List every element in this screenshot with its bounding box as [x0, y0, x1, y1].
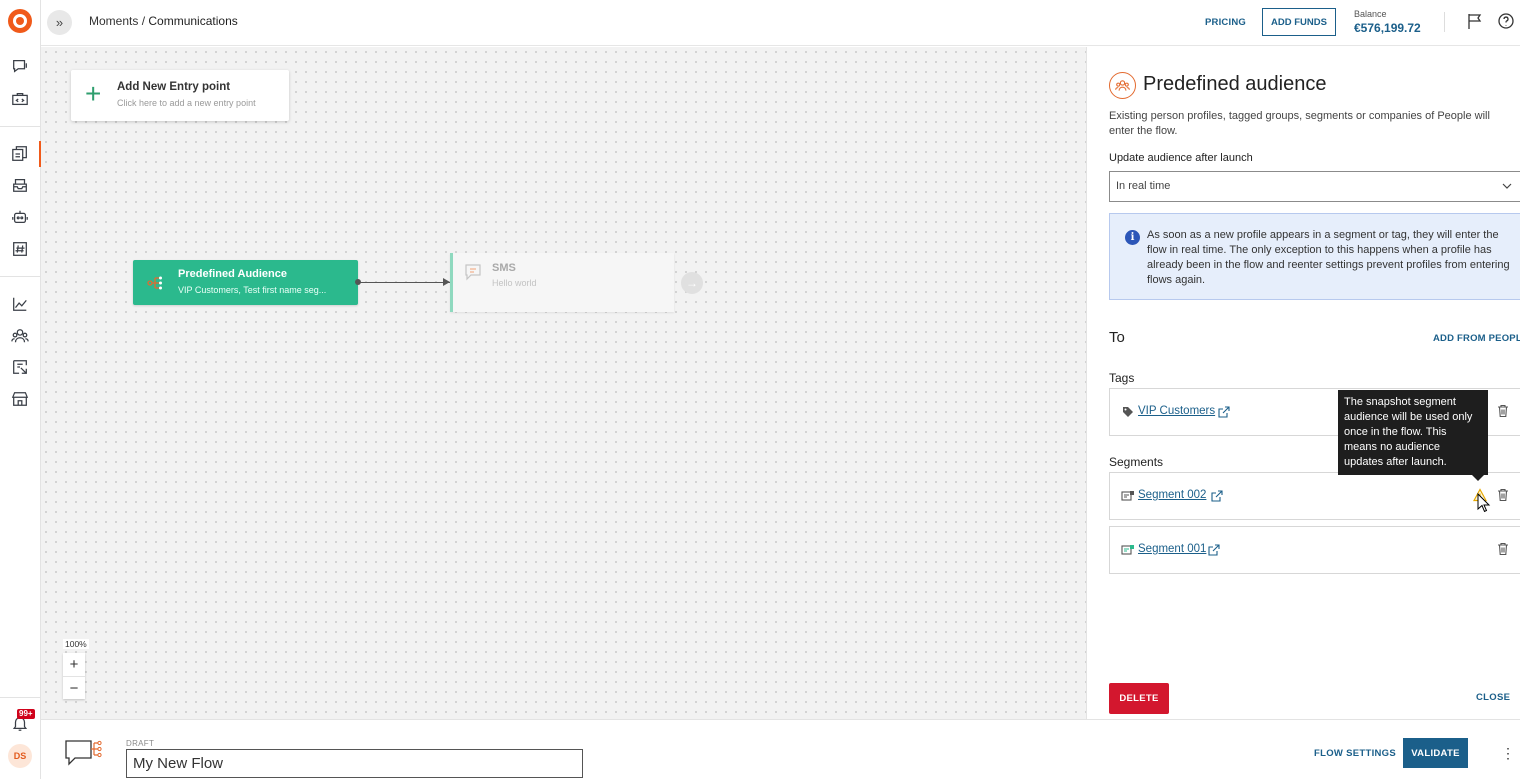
predefined-audience-panel: Predefined audience Existing person prof…: [1086, 47, 1520, 719]
breadcrumb-moments-link[interactable]: Moments: [89, 14, 138, 28]
entry-point-title: Add New Entry point: [117, 81, 231, 93]
breadcrumb: Moments / Communications: [89, 14, 238, 28]
plus-icon: +: [85, 78, 102, 109]
tag-icon: [1123, 407, 1133, 417]
segment-link[interactable]: Segment 002: [1138, 489, 1206, 501]
delete-button[interactable]: DELETE: [1109, 683, 1169, 714]
validate-button[interactable]: VALIDATE: [1403, 738, 1468, 768]
update-audience-label: Update audience after launch: [1109, 152, 1253, 164]
marketplace-icon[interactable]: [10, 389, 30, 409]
snapshot-segment-tooltip: The snapshot segment audience will be us…: [1338, 390, 1488, 481]
panel-description: Existing person profiles, tagged groups,…: [1109, 110, 1490, 137]
flow-canvas[interactable]: + Add New Entry point Click here to add …: [41, 47, 1086, 719]
more-options-icon[interactable]: ⋮: [1501, 743, 1515, 763]
delete-segment-trash-icon[interactable]: [1496, 542, 1510, 556]
balance-value: €576,199.72: [1354, 21, 1421, 35]
node-connector: [358, 282, 450, 283]
sms-node-subtitle: Hello world: [492, 278, 537, 288]
pricing-link[interactable]: PRICING: [1205, 17, 1246, 28]
header-divider: [1444, 12, 1445, 32]
segment-row: Segment 001: [1109, 526, 1520, 574]
draft-status-label: DRAFT: [126, 739, 155, 748]
info-icon: i: [1125, 230, 1140, 245]
balance-label: Balance: [1354, 9, 1387, 19]
audience-node-subtitle: VIP Customers, Test first name seg...: [178, 285, 327, 295]
tag-link[interactable]: VIP Customers: [1138, 405, 1215, 417]
rail-divider: [0, 276, 40, 277]
entry-point-subtitle: Click here to add a new entry point: [117, 98, 256, 108]
delete-segment-trash-icon[interactable]: [1496, 488, 1510, 502]
chevron-down-icon: [1502, 183, 1512, 189]
breadcrumb-current: Communications: [148, 14, 238, 28]
close-panel-link[interactable]: CLOSE: [1476, 692, 1510, 703]
user-avatar[interactable]: DS: [8, 744, 32, 768]
top-header: » Moments / Communications PRICING ADD F…: [41, 0, 1520, 46]
segment-dynamic-icon: [1121, 545, 1134, 555]
to-section-title: To: [1109, 329, 1125, 346]
add-entry-point-card[interactable]: + Add New Entry point Click here to add …: [71, 70, 289, 121]
announcements-flag-icon[interactable]: [1466, 12, 1484, 30]
help-icon[interactable]: [1497, 12, 1515, 30]
connector-arrow-icon: [443, 278, 450, 286]
zoom-controls: + −: [63, 653, 85, 699]
conversations-icon[interactable]: [10, 56, 30, 76]
brand-logo-icon[interactable]: [8, 9, 32, 33]
exports-icon[interactable]: [10, 357, 30, 377]
zoom-out-button[interactable]: −: [63, 676, 85, 699]
audience-flow-icon: [147, 276, 162, 290]
double-chevron-right-icon: »: [55, 15, 64, 30]
segment-row: Segment 002: [1109, 472, 1520, 520]
update-audience-value: In real time: [1116, 180, 1171, 192]
segments-section-label: Segments: [1109, 455, 1164, 469]
update-audience-select[interactable]: In real time: [1109, 171, 1520, 202]
sms-node-title: SMS: [492, 262, 516, 274]
flow-settings-link[interactable]: FLOW SETTINGS: [1314, 748, 1396, 759]
add-from-people-link[interactable]: ADD FROM PEOPLE: [1433, 333, 1520, 344]
segment-snapshot-icon: [1121, 491, 1134, 501]
sms-message-icon: [465, 264, 481, 281]
predefined-audience-node[interactable]: Predefined Audience VIP Customers, Test …: [133, 260, 358, 305]
flow-diagram-icon: [65, 740, 102, 766]
segment-link[interactable]: Segment 001: [1138, 543, 1206, 555]
realtime-info-callout: i As soon as a new profile appears in a …: [1109, 213, 1520, 300]
notification-count-badge: 99+: [17, 709, 35, 719]
zoom-level: 100%: [63, 639, 89, 649]
panel-title: Predefined audience: [1143, 73, 1327, 95]
channels-icon[interactable]: [10, 239, 30, 259]
rail-divider: [0, 126, 40, 127]
inbox-icon[interactable]: [10, 175, 30, 195]
tags-section-label: Tags: [1109, 371, 1135, 385]
add-funds-button[interactable]: ADD FUNDS: [1262, 8, 1336, 36]
mouse-cursor-icon: [1477, 493, 1491, 513]
flow-name-input[interactable]: [126, 749, 583, 778]
rail-divider: [0, 697, 40, 698]
external-link-icon[interactable]: [1208, 543, 1220, 556]
people-icon[interactable]: [10, 326, 30, 346]
developer-tools-icon[interactable]: [10, 89, 30, 109]
flow-footer: DRAFT FLOW SETTINGS VALIDATE ⋮: [41, 719, 1520, 779]
left-nav-rail: 99+ DS: [0, 0, 41, 779]
external-link-icon[interactable]: [1211, 489, 1223, 502]
breadcrumb-separator: /: [138, 14, 149, 28]
audience-node-title: Predefined Audience: [178, 268, 288, 280]
external-link-icon[interactable]: [1218, 405, 1230, 418]
chatbots-icon[interactable]: [10, 207, 30, 227]
expand-sidebar-button[interactable]: »: [47, 10, 72, 35]
moments-icon[interactable]: [10, 144, 30, 164]
zoom-in-button[interactable]: +: [63, 653, 85, 676]
audience-people-icon: [1109, 72, 1136, 99]
analytics-icon[interactable]: [10, 294, 30, 314]
sms-node[interactable]: SMS Hello world: [450, 253, 674, 312]
delete-tag-trash-icon[interactable]: [1496, 404, 1510, 418]
info-callout-text: As soon as a new profile appears in a se…: [1147, 229, 1510, 286]
add-next-step-arrow-icon[interactable]: →: [681, 272, 703, 294]
